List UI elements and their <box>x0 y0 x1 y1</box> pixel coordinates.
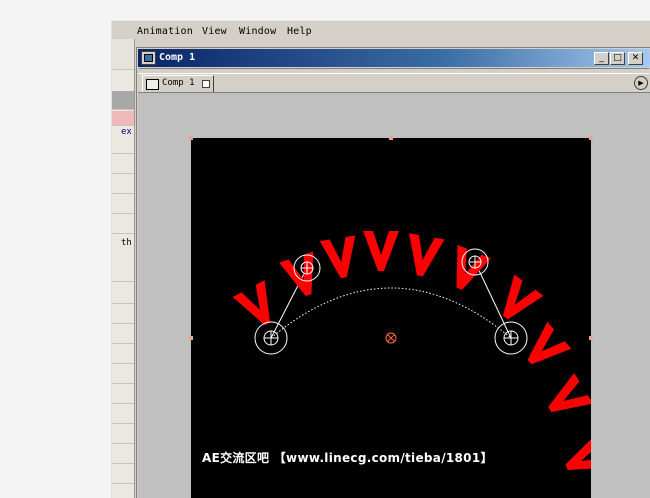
layer-handle[interactable] <box>189 136 193 140</box>
letter-v <box>409 233 445 277</box>
left-panel: ex th <box>112 39 135 498</box>
menu-window[interactable]: Window <box>239 26 276 37</box>
comp-tab-bar: Comp 1 ▶ <box>138 74 650 93</box>
comp-titlebar[interactable]: Comp 1 _ □ ✕ <box>138 49 650 67</box>
panel-menu-arrow-icon[interactable]: ▶ <box>634 76 648 90</box>
panel-row <box>112 329 134 344</box>
menu-help[interactable]: Help <box>287 26 312 37</box>
comp-window-title: Comp 1 <box>159 52 196 63</box>
letter-v <box>548 373 591 413</box>
watermark-text: AE交流区吧 【www.linecg.com/tieba/1801】 <box>202 451 493 465</box>
panel-snippet: ex <box>121 127 132 137</box>
main-menubar: Animation View Window Help <box>112 21 650 39</box>
panel-row <box>112 139 134 154</box>
panel-row-highlight <box>112 111 134 126</box>
layer-handle[interactable] <box>389 136 393 140</box>
letter-v <box>232 280 271 326</box>
comp-viewer[interactable] <box>138 93 650 498</box>
anchor-point-icon[interactable] <box>385 332 397 344</box>
minimize-button[interactable]: _ <box>594 52 609 65</box>
path-text-letters <box>232 231 591 471</box>
path-vertex-right[interactable] <box>494 321 528 355</box>
comp-window-icon <box>141 51 156 65</box>
tab-close-icon[interactable] <box>202 80 210 88</box>
panel-row <box>112 349 134 364</box>
letter-v <box>502 274 544 320</box>
comp-tab-icon <box>146 79 159 90</box>
letter-v <box>363 231 399 271</box>
panel-row <box>112 91 134 110</box>
panel-row <box>112 39 134 70</box>
letter-v <box>527 321 572 365</box>
app-window: Animation View Window Help ex th Comp 1 … <box>111 20 650 498</box>
panel-row <box>112 449 134 464</box>
layer-handle[interactable] <box>189 336 193 340</box>
menu-animation[interactable]: Animation <box>137 26 193 37</box>
tab-label: Comp 1 <box>162 78 195 88</box>
comp-canvas[interactable] <box>189 136 593 498</box>
panel-row <box>112 409 134 424</box>
panel-row <box>112 289 134 304</box>
panel-snippet: th <box>121 238 132 248</box>
layer-handle[interactable] <box>589 136 593 140</box>
letter-v <box>565 434 591 471</box>
panel-row <box>112 469 134 484</box>
panel-row <box>112 309 134 324</box>
comp-artwork <box>232 231 591 471</box>
panel-row <box>112 159 134 174</box>
panel-row <box>112 219 134 234</box>
panel-row <box>112 369 134 384</box>
panel-row <box>112 267 134 282</box>
panel-row <box>112 429 134 444</box>
panel-row <box>112 179 134 194</box>
comp-window: Comp 1 _ □ ✕ Comp 1 ▶ <box>136 47 650 498</box>
panel-row <box>112 389 134 404</box>
tab-comp-1[interactable]: Comp 1 <box>142 75 214 92</box>
maximize-button[interactable]: □ <box>610 52 625 65</box>
path-vertex-left[interactable] <box>254 321 288 355</box>
layer-handle[interactable] <box>589 336 593 340</box>
panel-row <box>112 199 134 214</box>
letter-v <box>319 235 356 279</box>
menu-view[interactable]: View <box>202 26 227 37</box>
close-button[interactable]: ✕ <box>628 52 643 65</box>
